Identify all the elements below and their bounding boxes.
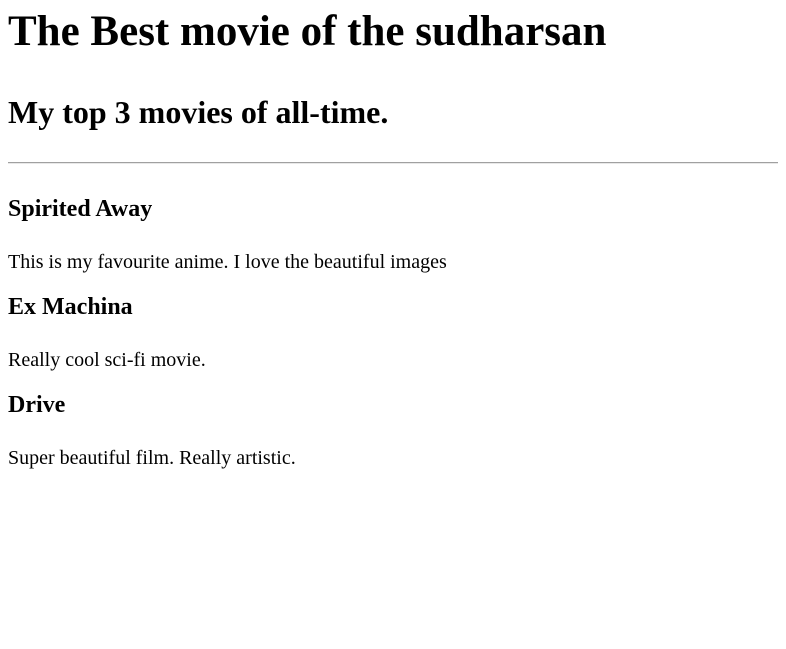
movie-description: Super beautiful film. Really artistic. [8,447,296,469]
page-subtitle: My top 3 movies of all-time. [8,94,389,130]
divider [8,162,778,164]
movie-title: Ex Machina [8,294,133,320]
movie-description: Really cool sci-fi movie. [8,349,206,371]
movie-item: Ex Machina Really cool sci-fi movie. [8,292,778,372]
movie-description: This is my favourite anime. I love the b… [8,251,447,273]
movie-item: Drive Super beautiful film. Really artis… [8,390,778,470]
movie-list: Spirited Away This is my favourite anime… [8,194,778,470]
page-content: The Best movie of the sudharsan My top 3… [0,6,786,470]
page-title: The Best movie of the sudharsan [8,8,607,55]
movie-title: Spirited Away [8,196,153,222]
movie-title: Drive [8,392,66,418]
movie-item: Spirited Away This is my favourite anime… [8,194,778,274]
